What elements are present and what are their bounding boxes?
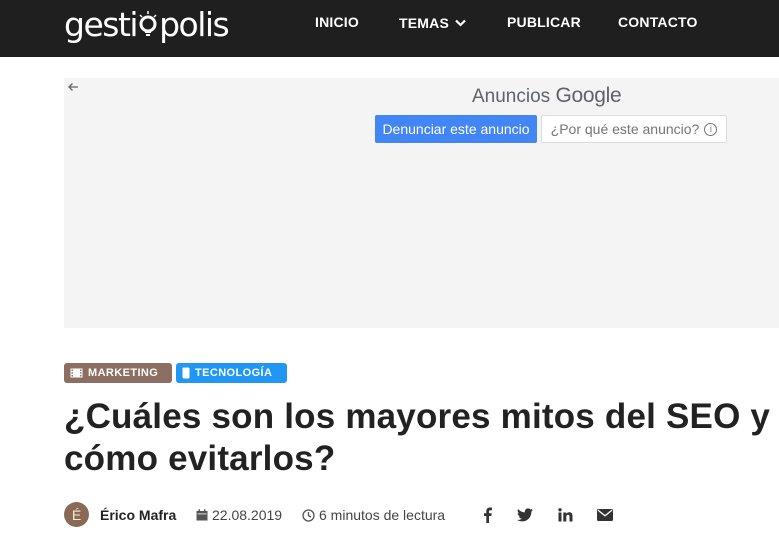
why-this-ad-label: ¿Por qué este anuncio? bbox=[550, 121, 700, 137]
why-this-ad-button[interactable]: ¿Por qué este anuncio? i bbox=[541, 115, 727, 143]
info-icon: i bbox=[704, 122, 718, 136]
clock-icon bbox=[302, 508, 315, 522]
ad-label-prefix: Anuncios bbox=[472, 86, 551, 107]
lightbulb-icon bbox=[138, 9, 158, 39]
ad-label-brand: Google bbox=[555, 84, 622, 107]
nav-item-temas[interactable]: TEMAS bbox=[399, 14, 466, 31]
author-avatar[interactable]: É bbox=[64, 502, 89, 527]
linkedin-icon[interactable] bbox=[556, 506, 574, 524]
mobile-icon bbox=[182, 367, 190, 379]
category-label-tecnologia: TECNOLOGÍA bbox=[195, 367, 273, 379]
top-navigation-bar: gesti polis INICIO TEMAS PUBLICAR CONTAC… bbox=[0, 0, 779, 57]
reading-time: 6 minutos de lectura bbox=[302, 507, 445, 523]
category-badge-marketing[interactable]: MARKETING bbox=[64, 363, 172, 383]
ad-label: Anuncios Google bbox=[472, 84, 622, 108]
category-badge-tecnologia[interactable]: TECNOLOGÍA bbox=[176, 363, 287, 383]
publish-date: 22.08.2019 bbox=[196, 507, 282, 523]
facebook-icon[interactable] bbox=[478, 506, 496, 524]
reading-time-text: 6 minutos de lectura bbox=[319, 507, 446, 523]
nav-item-inicio[interactable]: INICIO bbox=[315, 14, 359, 30]
site-logo[interactable]: gesti polis bbox=[64, 2, 230, 46]
logo-text-right: polis bbox=[159, 4, 230, 44]
twitter-icon[interactable] bbox=[516, 506, 534, 524]
email-icon[interactable] bbox=[596, 506, 614, 524]
chevron-down-icon bbox=[455, 14, 466, 30]
calendar-icon bbox=[196, 509, 208, 521]
nav-item-contacto[interactable]: CONTACTO bbox=[618, 14, 698, 30]
report-ad-button[interactable]: Denunciar este anuncio bbox=[375, 115, 537, 143]
back-arrow-icon[interactable] bbox=[67, 80, 81, 94]
logo-text-left: gesti bbox=[64, 4, 139, 44]
nav-item-publicar[interactable]: PUBLICAR bbox=[507, 14, 581, 30]
nav-item-temas-label: TEMAS bbox=[399, 15, 449, 31]
author-name[interactable]: Érico Mafra bbox=[100, 507, 176, 523]
publish-date-text: 22.08.2019 bbox=[212, 507, 283, 523]
ad-container: Anuncios Google Denunciar este anuncio ¿… bbox=[64, 78, 779, 328]
category-label-marketing: MARKETING bbox=[88, 367, 159, 379]
article-title: ¿Cuáles son los mayores mitos del SEO y … bbox=[64, 397, 771, 478]
film-icon bbox=[70, 368, 83, 378]
